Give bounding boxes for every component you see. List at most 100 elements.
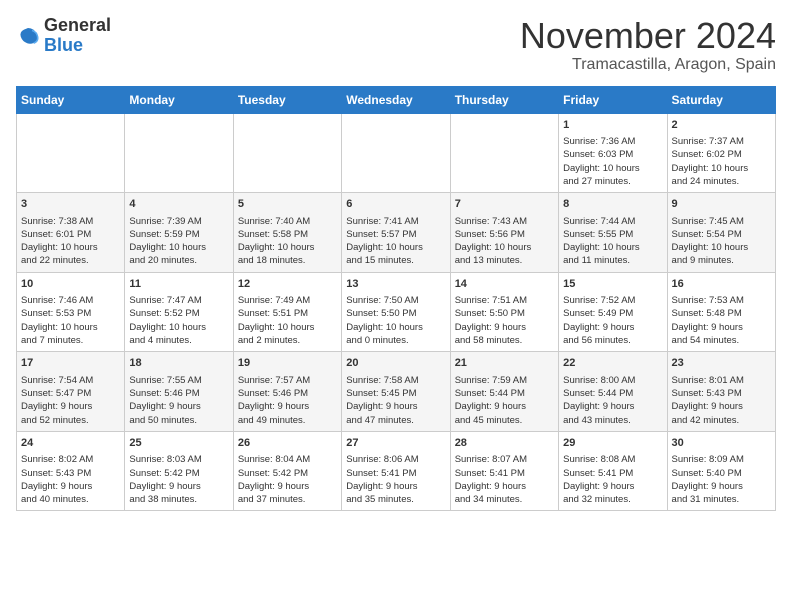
day-info: Sunrise: 8:08 AMSunset: 5:41 PMDaylight:… [563, 453, 662, 506]
day-number: 10 [21, 277, 120, 292]
day-number: 21 [455, 356, 554, 371]
calendar-cell: 8 Sunrise: 7:44 AMSunset: 5:55 PMDaylight… [559, 193, 667, 273]
calendar-cell: 16 Sunrise: 7:53 AMSunset: 5:48 PMDayligh… [667, 272, 775, 352]
day-number: 18 [129, 356, 228, 371]
day-number: 26 [238, 436, 337, 451]
day-info: Sunrise: 8:06 AMSunset: 5:41 PMDaylight:… [346, 453, 445, 506]
calendar-cell: 14 Sunrise: 7:51 AMSunset: 5:50 PMDayligh… [450, 272, 558, 352]
calendar-cell: 13Sunrise: 7:50 AMSunset: 5:50 PMDayligh… [342, 272, 450, 352]
day-info: Sunrise: 7:37 AMSunset: 6:02 PMDaylight:… [672, 135, 771, 188]
day-number: 3 [21, 197, 120, 212]
day-info: Sunrise: 7:47 AMSunset: 5:52 PMDaylight:… [129, 294, 228, 347]
logo-general: General [44, 16, 111, 36]
calendar-cell: 3 Sunrise: 7:38 AMSunset: 6:01 PMDaylight… [17, 193, 125, 273]
calendar-cell: 27 Sunrise: 8:06 AMSunset: 5:41 PMDayligh… [342, 431, 450, 511]
day-number: 15 [563, 277, 662, 292]
calendar-cell [233, 113, 341, 193]
calendar-week-row: 10 Sunrise: 7:46 AMSunset: 5:53 PMDayligh… [17, 272, 776, 352]
calendar-cell: 7 Sunrise: 7:43 AMSunset: 5:56 PMDaylight… [450, 193, 558, 273]
calendar-week-row: 17 Sunrise: 7:54 AMSunset: 5:47 PMDayligh… [17, 352, 776, 432]
weekday-header: Wednesday [342, 86, 450, 113]
day-info: Sunrise: 7:44 AMSunset: 5:55 PMDaylight:… [563, 215, 662, 268]
day-number: 2 [672, 118, 771, 133]
day-info: Sunrise: 7:58 AMSunset: 5:45 PMDaylight:… [346, 374, 445, 427]
day-info: Sunrise: 7:40 AMSunset: 5:58 PMDaylight:… [238, 215, 337, 268]
day-info: Sunrise: 8:00 AMSunset: 5:44 PMDaylight:… [563, 374, 662, 427]
day-info: Sunrise: 7:43 AMSunset: 5:56 PMDaylight:… [455, 215, 554, 268]
day-number: 9 [672, 197, 771, 212]
day-number: 17 [21, 356, 120, 371]
logo: General Blue [16, 16, 111, 56]
day-info: Sunrise: 8:09 AMSunset: 5:40 PMDaylight:… [672, 453, 771, 506]
calendar-week-row: 1 Sunrise: 7:36 AMSunset: 6:03 PMDaylight… [17, 113, 776, 193]
logo-icon [16, 24, 40, 48]
calendar-table: SundayMondayTuesdayWednesdayThursdayFrid… [16, 86, 776, 512]
day-number: 16 [672, 277, 771, 292]
day-info: Sunrise: 7:45 AMSunset: 5:54 PMDaylight:… [672, 215, 771, 268]
day-number: 27 [346, 436, 445, 451]
calendar-cell: 29 Sunrise: 8:08 AMSunset: 5:41 PMDayligh… [559, 431, 667, 511]
calendar-cell: 1 Sunrise: 7:36 AMSunset: 6:03 PMDaylight… [559, 113, 667, 193]
day-number: 5 [238, 197, 337, 212]
day-number: 1 [563, 118, 662, 133]
calendar-cell [342, 113, 450, 193]
weekday-header: Sunday [17, 86, 125, 113]
day-number: 22 [563, 356, 662, 371]
page-header: General Blue November 2024 Tramacastilla… [16, 16, 776, 74]
logo-text: General Blue [44, 16, 111, 56]
day-info: Sunrise: 8:01 AMSunset: 5:43 PMDaylight:… [672, 374, 771, 427]
day-number: 6 [346, 197, 445, 212]
calendar-cell: 4 Sunrise: 7:39 AMSunset: 5:59 PMDaylight… [125, 193, 233, 273]
calendar-cell: 5 Sunrise: 7:40 AMSunset: 5:58 PMDaylight… [233, 193, 341, 273]
day-number: 7 [455, 197, 554, 212]
day-info: Sunrise: 7:59 AMSunset: 5:44 PMDaylight:… [455, 374, 554, 427]
calendar-week-row: 24Sunrise: 8:02 AMSunset: 5:43 PMDayligh… [17, 431, 776, 511]
day-info: Sunrise: 7:46 AMSunset: 5:53 PMDaylight:… [21, 294, 120, 347]
weekday-header: Monday [125, 86, 233, 113]
calendar-cell: 24Sunrise: 8:02 AMSunset: 5:43 PMDayligh… [17, 431, 125, 511]
calendar-week-row: 3 Sunrise: 7:38 AMSunset: 6:01 PMDaylight… [17, 193, 776, 273]
title-area: November 2024 Tramacastilla, Aragon, Spa… [520, 16, 776, 74]
calendar-cell: 22 Sunrise: 8:00 AMSunset: 5:44 PMDayligh… [559, 352, 667, 432]
day-info: Sunrise: 8:03 AMSunset: 5:42 PMDaylight:… [129, 453, 228, 506]
location-title: Tramacastilla, Aragon, Spain [520, 56, 776, 74]
day-info: Sunrise: 7:36 AMSunset: 6:03 PMDaylight:… [563, 135, 662, 188]
calendar-cell: 25 Sunrise: 8:03 AMSunset: 5:42 PMDayligh… [125, 431, 233, 511]
calendar-cell: 19Sunrise: 7:57 AMSunset: 5:46 PMDayligh… [233, 352, 341, 432]
calendar-cell: 9 Sunrise: 7:45 AMSunset: 5:54 PMDaylight… [667, 193, 775, 273]
day-number: 20 [346, 356, 445, 371]
day-info: Sunrise: 7:57 AMSunset: 5:46 PMDaylight:… [238, 374, 337, 427]
day-number: 30 [672, 436, 771, 451]
day-info: Sunrise: 7:52 AMSunset: 5:49 PMDaylight:… [563, 294, 662, 347]
calendar-cell: 28 Sunrise: 8:07 AMSunset: 5:41 PMDayligh… [450, 431, 558, 511]
day-number: 13 [346, 277, 445, 292]
day-number: 14 [455, 277, 554, 292]
day-number: 8 [563, 197, 662, 212]
day-info: Sunrise: 7:41 AMSunset: 5:57 PMDaylight:… [346, 215, 445, 268]
day-info: Sunrise: 8:07 AMSunset: 5:41 PMDaylight:… [455, 453, 554, 506]
day-info: Sunrise: 7:53 AMSunset: 5:48 PMDaylight:… [672, 294, 771, 347]
weekday-header: Thursday [450, 86, 558, 113]
calendar-cell: 17 Sunrise: 7:54 AMSunset: 5:47 PMDayligh… [17, 352, 125, 432]
calendar-cell: 18Sunrise: 7:55 AMSunset: 5:46 PMDayligh… [125, 352, 233, 432]
day-info: Sunrise: 7:38 AMSunset: 6:01 PMDaylight:… [21, 215, 120, 268]
day-number: 4 [129, 197, 228, 212]
day-info: Sunrise: 7:49 AMSunset: 5:51 PMDaylight:… [238, 294, 337, 347]
calendar-cell: 26Sunrise: 8:04 AMSunset: 5:42 PMDayligh… [233, 431, 341, 511]
weekday-header: Friday [559, 86, 667, 113]
day-number: 25 [129, 436, 228, 451]
day-number: 12 [238, 277, 337, 292]
day-info: Sunrise: 7:39 AMSunset: 5:59 PMDaylight:… [129, 215, 228, 268]
day-number: 29 [563, 436, 662, 451]
calendar-cell: 10 Sunrise: 7:46 AMSunset: 5:53 PMDayligh… [17, 272, 125, 352]
day-info: Sunrise: 7:54 AMSunset: 5:47 PMDaylight:… [21, 374, 120, 427]
logo-blue: Blue [44, 36, 111, 56]
day-number: 24 [21, 436, 120, 451]
calendar-cell: 6 Sunrise: 7:41 AMSunset: 5:57 PMDaylight… [342, 193, 450, 273]
weekday-header-row: SundayMondayTuesdayWednesdayThursdayFrid… [17, 86, 776, 113]
calendar-cell [450, 113, 558, 193]
day-info: Sunrise: 7:51 AMSunset: 5:50 PMDaylight:… [455, 294, 554, 347]
calendar-cell: 15 Sunrise: 7:52 AMSunset: 5:49 PMDayligh… [559, 272, 667, 352]
calendar-cell [17, 113, 125, 193]
day-number: 28 [455, 436, 554, 451]
